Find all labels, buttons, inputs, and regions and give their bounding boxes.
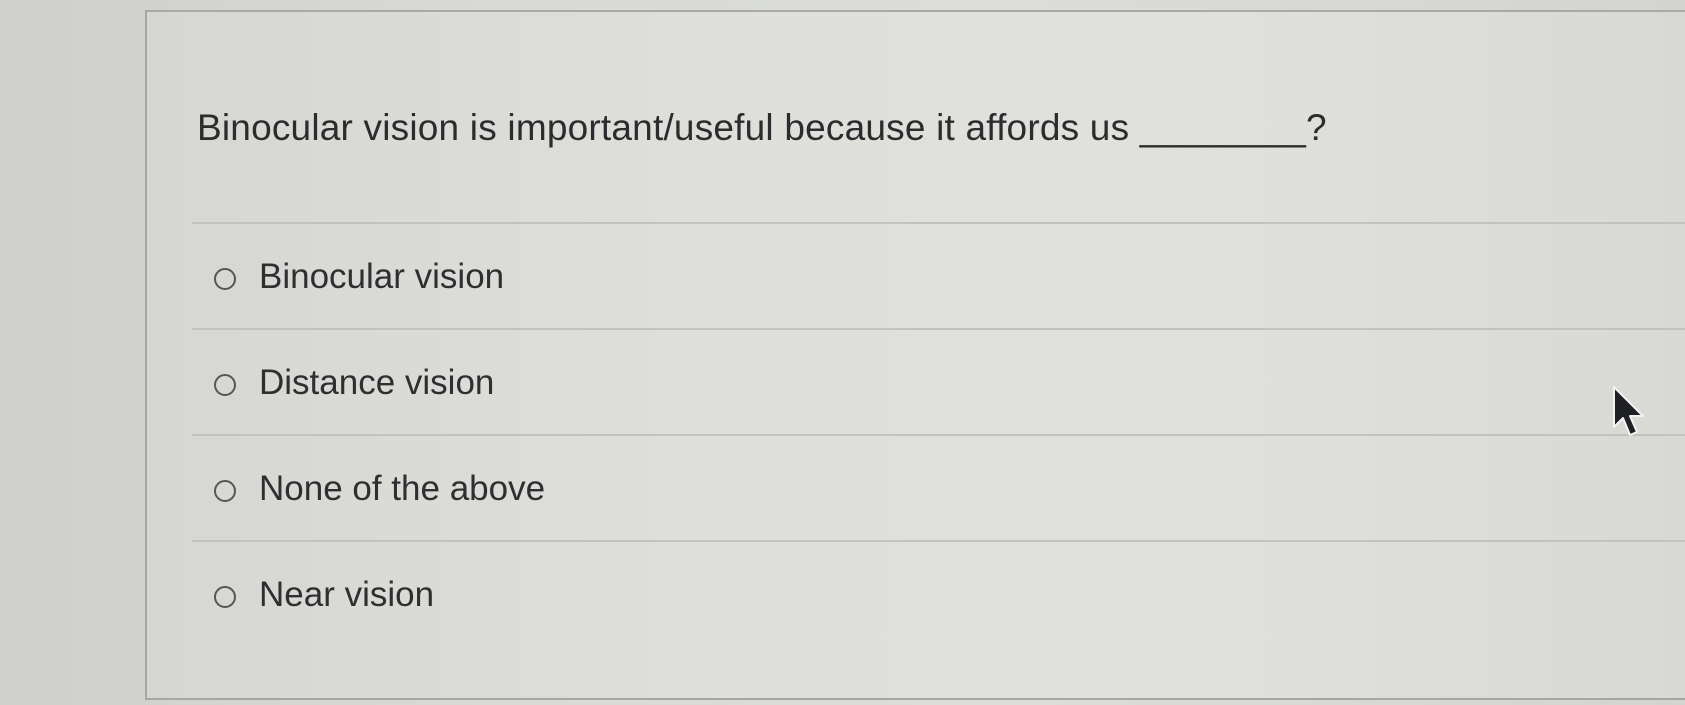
answer-label[interactable]: Binocular vision [259,257,504,297]
answer-option-binocular-vision[interactable]: Binocular vision [192,222,1685,328]
answer-label[interactable]: Near vision [259,575,434,615]
question-text: Binocular vision is important/useful bec… [197,107,1327,148]
answer-option-distance-vision[interactable]: Distance vision [192,328,1685,434]
quiz-page: Binocular vision is important/useful bec… [0,0,1685,705]
radio-unselected-icon[interactable] [214,268,236,290]
answer-option-none-of-the-above[interactable]: None of the above [192,434,1685,540]
radio-unselected-icon[interactable] [214,586,236,608]
mouse-pointer-icon [1613,386,1644,436]
question-card: Binocular vision is important/useful bec… [145,10,1685,700]
radio-unselected-icon[interactable] [214,374,236,396]
radio-unselected-icon[interactable] [214,480,236,502]
answer-option-near-vision[interactable]: Near vision [192,540,1685,646]
answer-label[interactable]: None of the above [259,469,545,509]
answer-list: Binocular vision Distance vision None of… [192,222,1685,646]
answer-label[interactable]: Distance vision [259,363,494,403]
